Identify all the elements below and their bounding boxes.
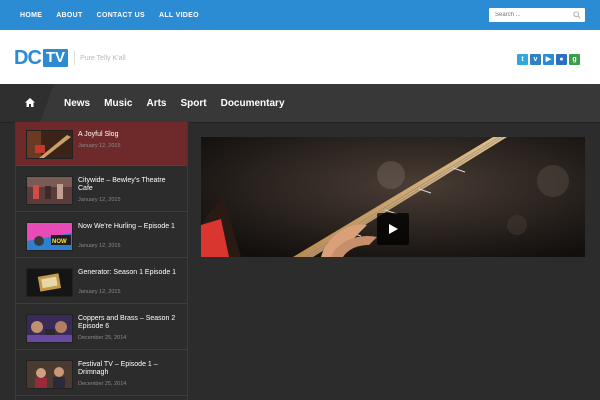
nav-slant-divider [40, 84, 54, 122]
video-thumbnail [26, 268, 73, 297]
top-nav-all-video[interactable]: ALL VIDEO [159, 12, 199, 19]
twitter-icon[interactable]: t [517, 54, 528, 65]
nav-sport[interactable]: Sport [180, 98, 206, 109]
youtube-icon[interactable]: ▶ [543, 54, 554, 65]
list-item-coppers-and-brass[interactable]: Coppers and Brass – Season 2 Episode 6 D… [16, 306, 187, 350]
home-icon [25, 98, 35, 107]
top-nav-home[interactable]: HOME [20, 12, 42, 19]
logo-divider [74, 51, 76, 65]
search-icon[interactable] [573, 11, 581, 19]
logo-dc-text: DC [14, 47, 42, 69]
nav-documentary[interactable]: Documentary [221, 98, 285, 109]
list-item-citywide[interactable]: Citywide – Bewley's Theatre Cafe January… [16, 168, 187, 212]
social-icons: t v ▶ ● g [517, 54, 582, 65]
logo-tv-text: TV [42, 49, 69, 67]
list-item-date: January 12, 2015 [78, 197, 121, 203]
vimeo-icon[interactable]: v [530, 54, 541, 65]
list-item-title: Generator: Season 1 Episode 1 [78, 269, 177, 276]
video-thumbnail [26, 314, 73, 343]
list-item-title: Coppers and Brass – Season 2 Episode 6 [78, 315, 176, 330]
nav-music[interactable]: Music [104, 98, 132, 109]
list-item-date: January 12, 2015 [78, 143, 121, 149]
main-nav: News Music Arts Sport Documentary [0, 84, 600, 123]
search-box [489, 8, 585, 22]
flickr-icon[interactable]: ● [556, 54, 567, 65]
site-logo[interactable]: DC TV Pure Telly K'all [14, 48, 126, 68]
list-item-date: December 25, 2014 [78, 381, 127, 387]
logo-tagline: Pure Telly K'all [80, 54, 126, 62]
list-item-title: Citywide – Bewley's Theatre Cafe [78, 177, 166, 192]
list-item-date: December 25, 2014 [78, 335, 127, 341]
top-nav: HOME ABOUT CONTACT US ALL VIDEO [20, 0, 213, 30]
list-item-a-joyful-slog[interactable]: A Joyful Slog January 12, 2015 [16, 122, 187, 166]
top-nav-about[interactable]: ABOUT [56, 12, 82, 19]
video-thumbnail: NOW [26, 222, 73, 251]
main-nav-items: News Music Arts Sport Documentary [64, 84, 299, 122]
video-thumbnail [26, 360, 73, 389]
svg-text:NOW: NOW [52, 239, 67, 245]
site-header: DC TV Pure Telly K'all [0, 30, 600, 84]
list-item-date: January 12, 2015 [78, 243, 121, 249]
list-item-date: January 12, 2015 [78, 289, 121, 295]
nav-news[interactable]: News [64, 98, 90, 109]
top-nav-contact-us[interactable]: CONTACT US [97, 12, 145, 19]
video-list: A Joyful Slog January 12, 2015 Citywide … [15, 122, 188, 400]
list-item-festival-tv[interactable]: Festival TV – Episode 1 – Drimnagh Decem… [16, 352, 187, 396]
play-button[interactable] [377, 213, 409, 245]
nav-arts[interactable]: Arts [146, 98, 166, 109]
search-input[interactable] [489, 8, 575, 22]
list-item-title: Now We're Hurling – Episode 1 [78, 223, 175, 230]
play-icon [389, 224, 398, 234]
google-plus-icon[interactable]: g [569, 54, 580, 65]
list-item-now-were-hurling[interactable]: NOW Now We're Hurling – Episode 1 Januar… [16, 214, 187, 258]
video-thumbnail [26, 130, 73, 159]
video-thumbnail [26, 176, 73, 205]
list-item-title: Festival TV – Episode 1 – Drimnagh [78, 361, 158, 376]
list-item-generator[interactable]: Generator: Season 1 Episode 1 January 12… [16, 260, 187, 304]
top-bar: HOME ABOUT CONTACT US ALL VIDEO [0, 0, 600, 30]
list-item-title: A Joyful Slog [78, 131, 119, 138]
